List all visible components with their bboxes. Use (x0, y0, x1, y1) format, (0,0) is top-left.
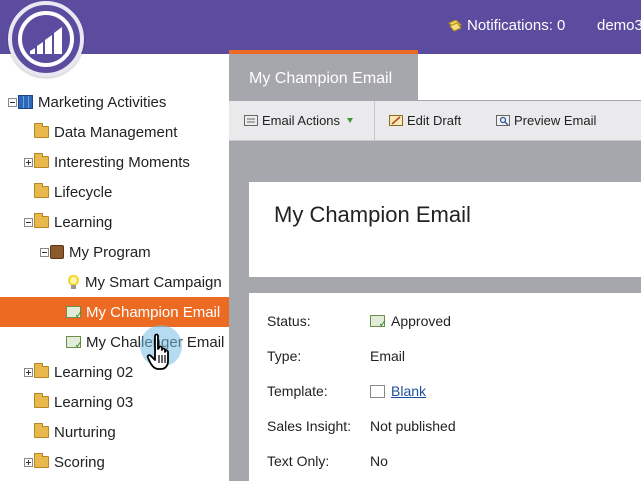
email-icon (66, 306, 83, 321)
tree-item-label: Learning 03 (54, 393, 134, 411)
expand-icon[interactable] (24, 457, 33, 467)
email-toolbar: Email Actions Edit Draft Preview Email (229, 101, 641, 141)
folder-icon (34, 423, 49, 438)
type-row: Type: Email (249, 348, 641, 383)
folder-icon (34, 363, 49, 378)
program-icon (50, 245, 64, 259)
expand-icon[interactable] (24, 367, 33, 377)
folder-icon (34, 153, 49, 168)
text-only-row: Text Only: No (249, 453, 641, 481)
tree-item-label: My Smart Campaign (85, 273, 222, 291)
folder-icon (34, 183, 49, 198)
template-value: Blank (370, 383, 426, 399)
tab-my-champion-email[interactable]: My Champion Email (229, 50, 418, 101)
sales-insight-value: Not published (370, 418, 456, 434)
logo-ring (18, 11, 74, 67)
notifications-label: Notifications: 0 (467, 17, 566, 34)
tree-item-label: Interesting Moments (54, 153, 190, 171)
tree-item-label: Learning 02 (54, 363, 134, 381)
tree-item[interactable]: Learning 02 (0, 357, 229, 387)
notifications-link[interactable]: Notifications: 0 (448, 17, 565, 34)
edit-draft-icon (389, 115, 403, 126)
notification-icon (448, 19, 462, 32)
logo-bars-icon (30, 27, 62, 54)
type-label: Type: (267, 348, 302, 364)
tree-item[interactable]: Lifecycle (0, 177, 229, 207)
preview-email-button[interactable]: Preview Email (496, 113, 596, 128)
email-actions-button[interactable]: Email Actions (244, 113, 354, 128)
folder-icon (34, 213, 49, 228)
status-value: Approved (370, 313, 451, 330)
collapse-icon[interactable] (40, 247, 49, 257)
marketo-logo[interactable] (8, 1, 84, 77)
email-title-card: My Champion Email (249, 182, 641, 277)
edit-draft-button[interactable]: Edit Draft (389, 113, 461, 128)
books-icon (18, 95, 33, 109)
template-row: Template: Blank (249, 383, 641, 418)
text-only-label: Text Only: (267, 453, 330, 469)
lightbulb-icon (68, 275, 79, 289)
collapse-icon[interactable] (8, 97, 17, 107)
tree-item[interactable]: My Smart Campaign (0, 267, 229, 297)
email-actions-icon (244, 115, 258, 126)
email-icon (66, 336, 83, 351)
hand-pointer-icon (146, 333, 169, 370)
toolbar-divider (374, 101, 375, 141)
template-label: Template: (267, 383, 328, 399)
type-value: Email (370, 348, 406, 364)
approved-email-icon (370, 315, 387, 330)
tree-item[interactable]: My Champion Email (0, 297, 229, 327)
tree-item-label: Lifecycle (54, 183, 113, 201)
text-only-value: No (370, 453, 388, 469)
preview-email-label: Preview Email (514, 113, 597, 128)
folder-icon (34, 123, 49, 138)
marketing-activities-tree: Marketing Activities Data Management Inter… (0, 54, 229, 481)
collapse-icon[interactable] (24, 217, 33, 227)
user-menu[interactable]: demo3 (597, 17, 641, 34)
folder-icon (34, 393, 49, 408)
template-thumbnail-icon (370, 384, 385, 398)
tree-item-label: Data Management (54, 123, 178, 141)
tree-item-label: My Program (69, 243, 151, 261)
tree-item-label: Nurturing (54, 423, 116, 441)
status-row: Status: Approved (249, 313, 641, 348)
tree-item[interactable]: Learning (0, 207, 229, 237)
tab-label: My Champion Email (249, 70, 393, 87)
tree-item[interactable]: Marketing Activities (0, 87, 229, 117)
page-title: My Champion Email (274, 202, 471, 227)
tree-item-label: Scoring (54, 453, 105, 471)
tree-item[interactable]: My Program (0, 237, 229, 267)
tree-item[interactable]: Data Management (0, 117, 229, 147)
email-actions-label: Email Actions (262, 113, 341, 128)
template-link[interactable]: Blank (391, 383, 426, 399)
sales-insight-label: Sales Insight: (267, 418, 352, 434)
dropdown-caret-icon (347, 118, 354, 123)
tree-item-label: Marketing Activities (38, 93, 167, 111)
tree-item[interactable]: Scoring (0, 447, 229, 477)
tree-item-label: My Champion Email (86, 303, 221, 321)
expand-icon[interactable] (24, 157, 33, 167)
tree-item[interactable]: My Challenger Email (0, 327, 229, 357)
folder-icon (34, 453, 49, 468)
preview-icon (496, 115, 510, 126)
tree-item-label: Learning (54, 213, 113, 231)
tree-item[interactable]: Nurturing (0, 417, 229, 447)
status-text: Approved (391, 313, 451, 329)
edit-draft-label: Edit Draft (407, 113, 462, 128)
email-details-card: Status: Approved Type: Email Template: B… (249, 293, 641, 481)
top-header: Notifications: 0 demo3 (0, 0, 641, 54)
sales-insight-row: Sales Insight: Not published (249, 418, 641, 453)
tree-item[interactable]: Learning 03 (0, 387, 229, 417)
status-label: Status: (267, 313, 311, 329)
tree-item[interactable]: Interesting Moments (0, 147, 229, 177)
